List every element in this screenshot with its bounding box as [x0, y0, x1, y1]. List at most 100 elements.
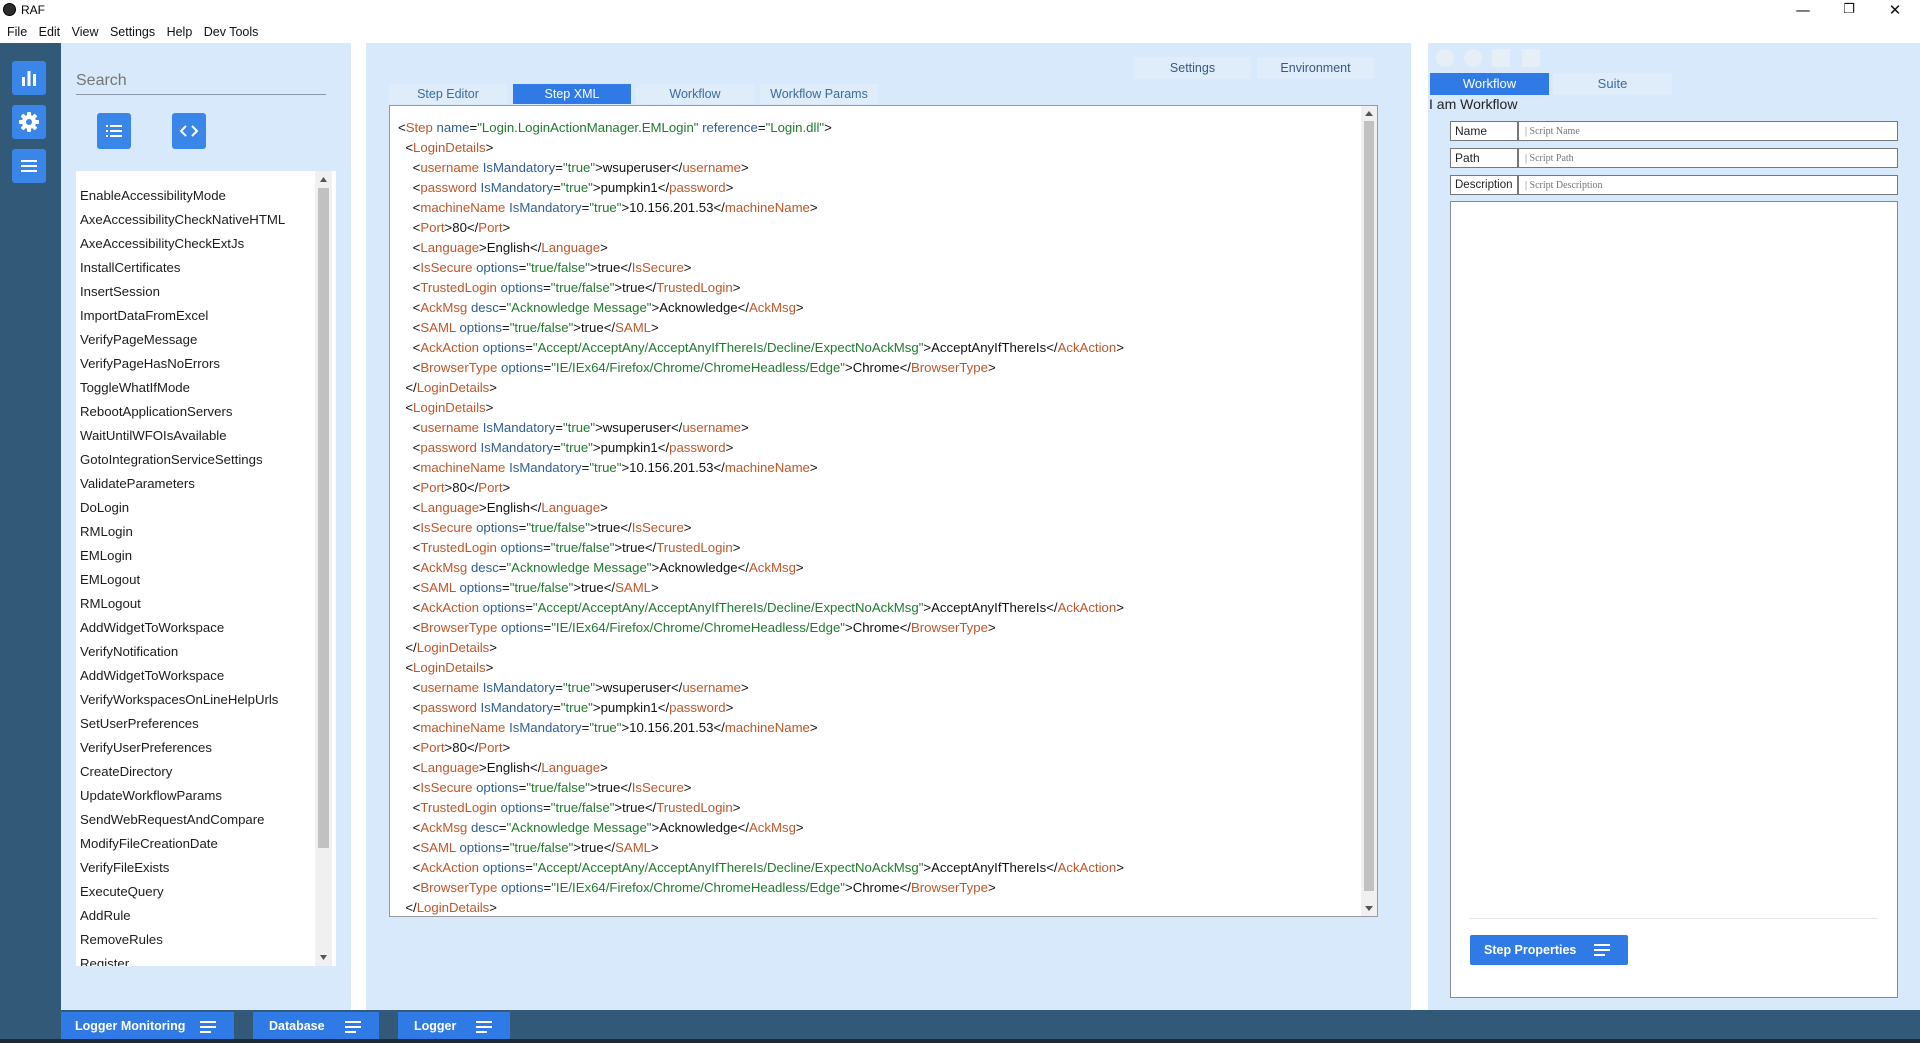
step-list-item[interactable]: InstallCertificates: [80, 256, 285, 280]
add-icon[interactable]: [1522, 49, 1540, 67]
step-list-item[interactable]: VerifyPageHasNoErrors: [80, 352, 285, 376]
code-view-button[interactable]: [172, 113, 206, 149]
script-path-input[interactable]: [1518, 148, 1898, 168]
logger-monitoring-button[interactable]: Logger Monitoring: [61, 1012, 234, 1040]
xml-line: <SAML options="true/false">true</SAML>: [412, 840, 659, 855]
logger-label: Logger: [414, 1019, 457, 1033]
step-list-item[interactable]: SetUserPreferences: [80, 712, 285, 736]
xml-attr: options: [459, 320, 502, 335]
logger-button[interactable]: Logger: [398, 1012, 510, 1040]
step-list-item[interactable]: ImportDataFromExcel: [80, 304, 285, 328]
search-input[interactable]: [76, 68, 326, 95]
step-list-item[interactable]: WaitUntilWFOIsAvailable: [80, 424, 285, 448]
menu-file[interactable]: File: [7, 22, 27, 43]
step-list-item[interactable]: AddRule: [80, 904, 285, 928]
scroll-up-icon[interactable]: [1361, 106, 1377, 121]
tab-step-editor[interactable]: Step Editor: [389, 84, 507, 104]
step-list-item[interactable]: RMLogout: [80, 592, 285, 616]
step-list-item[interactable]: VerifyUserPreferences: [80, 736, 285, 760]
menu-view[interactable]: View: [72, 22, 99, 43]
step-list-item[interactable]: VerifyWorkspacesOnLineHelpUrls: [80, 688, 285, 712]
environment-button[interactable]: Environment: [1257, 57, 1374, 79]
script-description-input[interactable]: [1518, 175, 1898, 195]
menu-settings[interactable]: Settings: [110, 22, 155, 43]
database-button[interactable]: Database: [253, 1012, 379, 1040]
scroll-up-icon[interactable]: [315, 171, 332, 188]
script-name-input[interactable]: [1518, 121, 1898, 141]
step-list-item[interactable]: AxeAccessibilityCheckExtJs: [80, 232, 285, 256]
step-list-item[interactable]: ToggleWhatIfMode: [80, 376, 285, 400]
tab-step-xml[interactable]: Step XML: [513, 84, 631, 104]
settings-button[interactable]: Settings: [1134, 57, 1251, 79]
xml-editor[interactable]: <Step name="Login.LoginActionManager.EML…: [389, 105, 1378, 917]
step-list-item[interactable]: Register: [80, 952, 285, 966]
tab-workflow-params[interactable]: Workflow Params: [760, 84, 878, 104]
step-list-item[interactable]: RebootApplicationServers: [80, 400, 285, 424]
dashboard-nav-button[interactable]: [12, 61, 46, 95]
step-list-item[interactable]: EnableAccessibilityMode: [80, 184, 285, 208]
xml-text: 10.156.201.53: [629, 720, 714, 735]
xml-text: Chrome: [852, 360, 900, 375]
step-list-item[interactable]: InsertSession: [80, 280, 285, 304]
xml-line: <Language>English</Language>: [412, 240, 608, 255]
stop-icon[interactable]: [1436, 49, 1454, 67]
step-list-item[interactable]: ModifyFileCreationDate: [80, 832, 285, 856]
menu-help[interactable]: Help: [167, 22, 193, 43]
step-list-item[interactable]: RMLogin: [80, 520, 285, 544]
menu-dev-tools[interactable]: Dev Tools: [204, 22, 259, 43]
xml-text: true: [622, 540, 645, 555]
xml-tag: Language: [420, 500, 480, 515]
step-list-item[interactable]: AddWidgetToWorkspace: [80, 616, 285, 640]
menu-edit[interactable]: Edit: [39, 22, 61, 43]
step-list-item[interactable]: VerifyNotification: [80, 640, 285, 664]
step-list-item[interactable]: ExecuteQuery: [80, 880, 285, 904]
xml-editor-scrollbar[interactable]: [1361, 106, 1377, 916]
scroll-down-icon[interactable]: [315, 949, 332, 966]
step-list-item[interactable]: DoLogin: [80, 496, 285, 520]
tab-workflow[interactable]: Workflow: [636, 84, 754, 104]
xml-tag: username: [682, 680, 741, 695]
xml-text: English: [486, 500, 531, 515]
xml-line: <password IsMandatory="true">pumpkin1</p…: [412, 440, 734, 455]
step-list-item[interactable]: EMLogout: [80, 568, 285, 592]
step-list-item[interactable]: SendWebRequestAndCompare: [80, 808, 285, 832]
step-list-item[interactable]: VerifyFileExists: [80, 856, 285, 880]
restore-button[interactable]: ❐: [1826, 0, 1872, 22]
xml-tag: Port: [420, 740, 445, 755]
xml-tag: SAML: [615, 320, 652, 335]
tab-suite[interactable]: Suite: [1553, 73, 1672, 95]
xml-attr: desc: [470, 820, 499, 835]
step-list-item[interactable]: VerifyPageMessage: [80, 328, 285, 352]
step-list-item[interactable]: RemoveRules: [80, 928, 285, 952]
xml-tag: IsSecure: [420, 520, 473, 535]
xml-scroll-thumb[interactable]: [1364, 121, 1374, 891]
steps-nav-button[interactable]: [12, 149, 46, 183]
close-button[interactable]: ✕: [1872, 0, 1918, 22]
minimize-button[interactable]: —: [1780, 0, 1826, 22]
xml-tag: TrustedLogin: [420, 800, 497, 815]
step-properties-button[interactable]: Step Properties: [1470, 935, 1628, 965]
tab-workflow-props[interactable]: Workflow: [1430, 73, 1549, 95]
xml-line: <IsSecure options="true/false">true</IsS…: [412, 780, 692, 795]
xml-value: "true": [589, 720, 622, 735]
step-list-item[interactable]: AxeAccessibilityCheckNativeHTML: [80, 208, 285, 232]
step-list-item[interactable]: CreateDirectory: [80, 760, 285, 784]
xml-value: "true/false": [509, 320, 574, 335]
import-icon[interactable]: [1492, 49, 1510, 67]
scroll-down-icon[interactable]: [1361, 901, 1377, 916]
step-list-item[interactable]: UpdateWorkflowParams: [80, 784, 285, 808]
xml-text: 10.156.201.53: [629, 460, 714, 475]
divider: [1470, 918, 1878, 919]
step-list-scroll-thumb[interactable]: [318, 188, 329, 848]
pause-icon[interactable]: [1464, 49, 1482, 67]
step-list-scrollbar[interactable]: [315, 171, 332, 966]
settings-nav-button[interactable]: [12, 105, 46, 139]
step-list-item[interactable]: ValidateParameters: [80, 472, 285, 496]
xml-value: "Accept/AcceptAny/AcceptAnyIfThereIs/Dec…: [532, 860, 924, 875]
xml-line: <TrustedLogin options="true/false">true<…: [412, 800, 741, 815]
step-list-item[interactable]: EMLogin: [80, 544, 285, 568]
xml-text: Acknowledge: [659, 300, 738, 315]
step-list-item[interactable]: AddWidgetToWorkspace: [80, 664, 285, 688]
list-view-button[interactable]: [97, 113, 131, 149]
step-list-item[interactable]: GotoIntegrationServiceSettings: [80, 448, 285, 472]
